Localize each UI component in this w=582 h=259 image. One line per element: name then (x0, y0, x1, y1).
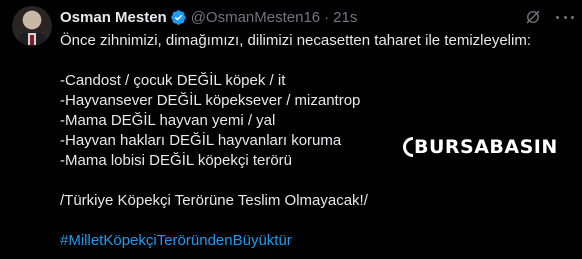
post-line-intro: Önce zihnimizi, dimağımızı, dilimizi nec… (60, 32, 531, 49)
watermark-text: BURSABASIN (414, 136, 558, 158)
watermark-logo: BURSABASIN (403, 134, 558, 160)
more-options-icon[interactable] (556, 10, 574, 24)
post-line-slogan: /Türkiye Köpekçi Terörüne Teslim Olmayac… (60, 192, 368, 209)
post-timestamp[interactable]: 21s (333, 9, 357, 26)
watermark-mark-icon (403, 137, 413, 157)
author-handle[interactable]: @OsmanMesten16 (191, 9, 320, 26)
grok-icon[interactable] (524, 8, 542, 26)
header-separator: · (324, 8, 330, 26)
post-line-2: -Hayvansever DEĞİL köpeksever / mizantro… (60, 92, 361, 109)
verified-badge-icon[interactable] (170, 9, 187, 26)
post-line-3: -Mama DEĞİL hayvan yemi / yal (60, 112, 276, 129)
tweet-header: Osman Mesten @OsmanMesten16 · 21s (60, 7, 357, 27)
tweet[interactable]: Osman Mesten @OsmanMesten16 · 21s Önce z… (0, 0, 582, 259)
avatar[interactable] (12, 6, 52, 46)
post-line-1: -Candost / çocuk DEĞİL köpek / it (60, 72, 286, 89)
avatar-tie (30, 35, 34, 45)
author-display-name[interactable]: Osman Mesten (60, 9, 167, 26)
hashtag-link[interactable]: #MilletKöpekçiTeröründenBüyüktür (60, 231, 572, 251)
